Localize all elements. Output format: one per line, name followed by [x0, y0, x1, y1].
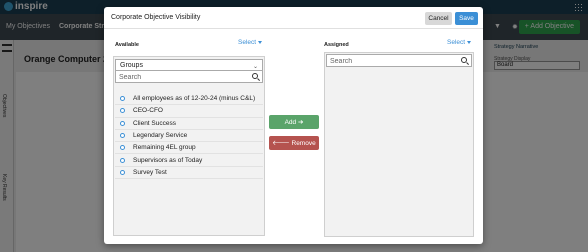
list-item-label: Client Success — [133, 119, 176, 127]
assigned-select-label: Select — [447, 39, 466, 46]
list-item-label: All employees as of 12-20-24 (minus C&L) — [133, 95, 256, 103]
add-button[interactable]: Add ➔ — [269, 115, 319, 129]
available-search — [115, 70, 263, 83]
available-select-menu[interactable]: Select — [238, 39, 263, 46]
assigned-search-input[interactable] — [330, 56, 450, 66]
list-item-label: Legendary Service — [133, 132, 188, 140]
assigned-panel — [324, 52, 474, 237]
radio-icon[interactable] — [120, 157, 125, 163]
radio-icon[interactable] — [120, 145, 125, 151]
list-item[interactable]: Supervisors as of Today — [115, 154, 263, 167]
available-search-input[interactable] — [119, 72, 239, 82]
radio-icon[interactable] — [120, 108, 125, 114]
radio-icon[interactable] — [120, 133, 125, 139]
remove-button[interactable]: 🡐 Remove — [269, 136, 319, 150]
cancel-button[interactable]: Cancel — [425, 12, 452, 25]
assigned-label: Assigned — [324, 42, 349, 48]
list-item[interactable]: CEO-CFO — [115, 105, 263, 118]
list-item-label: CEO-CFO — [133, 107, 163, 115]
search-icon[interactable] — [252, 73, 258, 79]
search-icon[interactable] — [461, 57, 467, 63]
radio-icon[interactable] — [120, 96, 125, 102]
assigned-select-menu[interactable]: Select — [447, 39, 472, 46]
available-label: Available — [115, 42, 139, 48]
modal-title: Corporate Objective Visibility — [111, 14, 201, 21]
list-item-label: Supervisors as of Today — [133, 156, 203, 164]
available-list: All employees as of 12-20-24 (minus C&L)… — [115, 93, 263, 180]
save-button[interactable]: Save — [455, 12, 478, 25]
list-item-label: Remaining 4EL group — [133, 144, 196, 152]
modal-header: Corporate Objective Visibility Cancel Sa… — [104, 7, 483, 29]
list-item[interactable]: Client Success — [115, 118, 263, 130]
list-item[interactable]: Survey Test — [115, 167, 263, 180]
list-item[interactable]: Remaining 4EL group — [115, 142, 263, 155]
assigned-search — [326, 54, 472, 67]
caret-down-icon — [467, 40, 472, 44]
available-select-label: Select — [238, 39, 257, 46]
radio-icon[interactable] — [120, 120, 125, 126]
group-type-value: Groups — [120, 62, 143, 69]
list-item-label: Survey Test — [133, 168, 167, 176]
radio-icon[interactable] — [120, 169, 125, 175]
visibility-modal: Corporate Objective Visibility Cancel Sa… — [104, 7, 483, 244]
list-item[interactable]: Legendary Service — [115, 130, 263, 143]
caret-down-icon — [258, 40, 263, 44]
list-item[interactable]: All employees as of 12-20-24 (minus C&L) — [115, 93, 263, 106]
